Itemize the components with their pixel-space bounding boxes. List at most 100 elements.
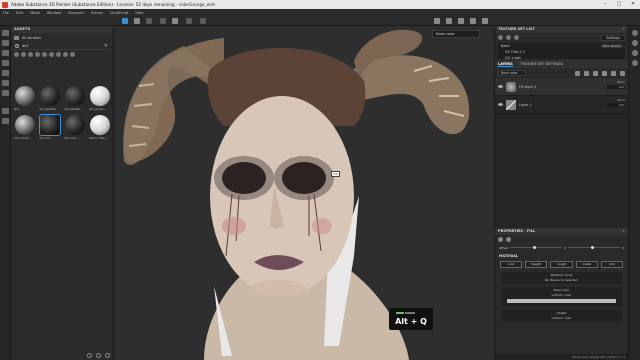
channel-metal-button[interactable]: metal — [575, 261, 598, 268]
base-color-swatch[interactable] — [507, 299, 616, 303]
bake-icon[interactable] — [2, 108, 9, 114]
channel-nrm-button[interactable]: nrm — [600, 261, 624, 268]
history-toggle-icon[interactable] — [632, 60, 638, 66]
filter-generators-icon[interactable] — [42, 52, 47, 57]
link-icon[interactable] — [498, 35, 503, 40]
layout-single-icon[interactable] — [134, 18, 140, 24]
picker-icon[interactable] — [2, 90, 9, 96]
maximize-button[interactable]: □ — [612, 0, 626, 9]
add-folder-icon[interactable] — [611, 70, 616, 76]
add-icon[interactable] — [105, 353, 110, 358]
asset-item[interactable]: dirt_splatte... — [64, 86, 86, 112]
channel-height-button[interactable]: height — [525, 261, 548, 268]
texture-set-item[interactable]: Basic Main shader UV Tiles 0 1 UV: c:bas — [498, 43, 625, 60]
menu-viewport[interactable]: Viewport — [68, 11, 84, 15]
camera-icon[interactable] — [514, 35, 519, 40]
asset-item[interactable]: dirt_hands... — [14, 115, 36, 141]
offset-slider-b[interactable] — [568, 246, 621, 249]
base-color-box[interactable]: Base color uniform color — [501, 287, 622, 307]
clear-search-icon[interactable]: ✕ — [104, 43, 108, 49]
asset-item[interactable]: dirt_scratc... — [89, 86, 111, 112]
visibility-eye-icon[interactable] — [498, 103, 503, 106]
close-panel-icon[interactable]: ✕ — [622, 228, 625, 235]
filter-textures-icon[interactable] — [28, 52, 33, 57]
symmetry-icon[interactable] — [200, 18, 206, 24]
projection-icon[interactable] — [498, 237, 503, 242]
asset-search-input[interactable] — [22, 43, 92, 48]
layer-blend[interactable]: Norm 100 — [607, 98, 625, 107]
minimize-button[interactable]: – — [598, 0, 612, 9]
menu-help[interactable]: Help — [135, 11, 143, 15]
pause-icon[interactable] — [434, 18, 440, 24]
asset-item[interactable]: Fabric Than... — [89, 115, 111, 141]
opacity-value[interactable]: 100 — [607, 85, 625, 89]
menu-window[interactable]: Window — [47, 11, 61, 15]
shader-selector[interactable]: Main shader — [600, 44, 623, 48]
asset-item[interactable]: dirt_dot... — [39, 114, 61, 141]
offset-slider-a[interactable] — [510, 246, 563, 249]
smudge-icon[interactable] — [2, 70, 9, 76]
paint-brush-icon[interactable] — [2, 30, 9, 36]
fill-icon[interactable] — [506, 237, 511, 242]
assets-tab-icon[interactable] — [2, 118, 9, 124]
filter-smart-materials-icon[interactable] — [21, 52, 26, 57]
video-icon[interactable] — [470, 18, 476, 24]
slider-knob[interactable] — [533, 246, 537, 249]
iray-icon[interactable] — [446, 18, 452, 24]
menu-edit[interactable]: Edit — [16, 11, 23, 15]
polygon-fill-icon[interactable] — [2, 60, 9, 66]
eraser-icon[interactable] — [2, 40, 9, 46]
library-selector[interactable]: All libraries — [11, 33, 113, 42]
menu-python[interactable]: Python — [91, 11, 103, 15]
filter-brushes-icon[interactable] — [49, 52, 54, 57]
filter-environments-icon[interactable] — [70, 52, 75, 57]
eye-icon[interactable] — [506, 35, 511, 40]
character-model[interactable] — [114, 26, 494, 360]
texture-set-settings-dropdown[interactable]: Settings — [601, 34, 625, 41]
3d-viewport[interactable]: Base color CS Alt + Q — [114, 26, 494, 360]
slider-knob[interactable] — [591, 246, 595, 249]
filter-masks-icon[interactable] — [35, 52, 40, 57]
add-paint-layer-icon[interactable] — [602, 70, 607, 76]
filter-materials-icon[interactable] — [14, 52, 19, 57]
filter-particles-icon[interactable] — [56, 52, 61, 57]
layer-blend[interactable]: Norm 100 — [607, 80, 625, 89]
asset-item[interactable]: dirt_rust... — [64, 115, 86, 141]
layer-channel-dropdown[interactable]: Base color — [498, 70, 526, 76]
layer-row[interactable]: Fill layer 1 Norm 100 — [495, 78, 628, 96]
menu-file[interactable]: File — [3, 11, 9, 15]
filter-alphas-icon[interactable] — [63, 52, 68, 57]
add-effect-icon[interactable] — [575, 70, 580, 76]
capture-icon[interactable] — [458, 18, 464, 24]
settings-icon[interactable] — [96, 353, 101, 358]
shader-settings-toggle-icon[interactable] — [632, 50, 638, 56]
projection-icon[interactable] — [2, 50, 9, 56]
camera-icon[interactable] — [186, 18, 192, 24]
asset-item[interactable]: Dirt — [14, 86, 36, 112]
viewport-channel-dropdown[interactable]: Base color — [432, 30, 480, 38]
channel-rough-button[interactable]: rough — [550, 261, 573, 268]
tab-texture-set-settings[interactable]: TEXTURE SET SETTINGS — [521, 62, 563, 66]
opacity-value[interactable]: 100 — [607, 103, 625, 107]
close-panel-icon[interactable]: ✕ — [622, 26, 625, 33]
close-button[interactable]: ✕ — [626, 0, 640, 9]
channel-color-button[interactable]: color — [500, 261, 523, 268]
layout-split-icon[interactable] — [146, 18, 152, 24]
clone-icon[interactable] — [2, 80, 9, 86]
tab-layers[interactable]: LAYERS — [498, 62, 513, 67]
display-settings-icon[interactable] — [482, 18, 488, 24]
delete-layer-icon[interactable] — [620, 70, 625, 76]
add-fill-layer-icon[interactable] — [593, 70, 598, 76]
menu-javascript[interactable]: JavaScript — [110, 11, 128, 15]
uv-view-icon[interactable] — [160, 18, 166, 24]
layout-grid-icon[interactable] — [122, 18, 128, 24]
display-settings-toggle-icon[interactable] — [632, 40, 638, 46]
material-mode-box[interactable]: Material mode No Resource Selected — [501, 272, 622, 284]
add-mask-icon[interactable] — [584, 70, 589, 76]
asset-item[interactable]: dirt_splatter — [39, 86, 61, 112]
visibility-eye-icon[interactable] — [498, 85, 503, 88]
layer-row[interactable]: Layer 1 Norm 100 — [495, 96, 628, 114]
texture-set-toggle-icon[interactable] — [632, 30, 638, 36]
perspective-icon[interactable] — [172, 18, 178, 24]
import-icon[interactable] — [87, 353, 92, 358]
